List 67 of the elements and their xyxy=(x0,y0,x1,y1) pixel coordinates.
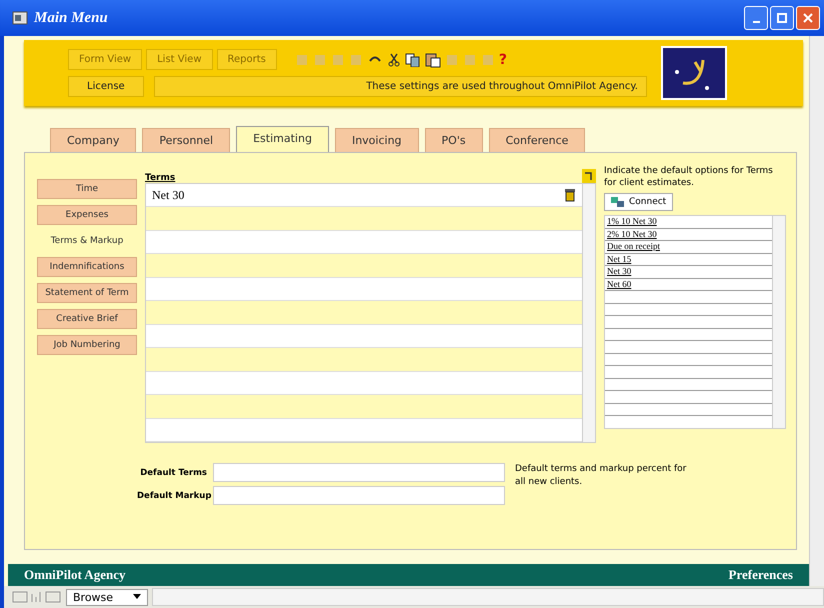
connect-icon xyxy=(611,196,625,208)
scrollbar[interactable] xyxy=(152,588,824,606)
help-button[interactable]: ? xyxy=(498,52,507,68)
tab[interactable]: Invoicing xyxy=(334,128,419,152)
sidebar-item[interactable]: Terms & Markup xyxy=(37,231,137,251)
app-icon xyxy=(12,10,28,26)
minimize-icon xyxy=(752,21,760,23)
tab[interactable]: Personnel xyxy=(142,128,230,152)
sidebar-item[interactable]: Creative Brief xyxy=(37,309,137,329)
terms-row[interactable] xyxy=(146,324,582,348)
sidebar-item[interactable]: Statement of Term xyxy=(37,283,137,303)
close-icon xyxy=(802,12,814,24)
input-field[interactable] xyxy=(213,463,505,482)
window-title: Main Menu xyxy=(34,10,109,26)
scrollbar[interactable] xyxy=(772,216,785,428)
scrollbar[interactable] xyxy=(809,36,824,586)
terms-row[interactable] xyxy=(146,418,582,442)
option-item[interactable]: Due on receipt xyxy=(605,241,772,254)
minimize-button[interactable] xyxy=(744,6,768,30)
terms-row[interactable] xyxy=(146,278,582,302)
toolbar-icon[interactable] xyxy=(480,52,495,66)
option-item[interactable]: Net 15 xyxy=(605,254,772,266)
status-text: Preferences xyxy=(728,567,793,583)
status-text: OmniPilot Agency xyxy=(24,567,126,583)
toolbar-icon[interactable] xyxy=(312,52,327,66)
toolbar-icon[interactable] xyxy=(330,52,345,66)
sidebar-item[interactable]: Expenses xyxy=(37,205,137,225)
maximize-button[interactable] xyxy=(770,6,794,30)
zoom-icon[interactable] xyxy=(12,589,62,605)
license-button[interactable]: License xyxy=(68,76,144,97)
option-item[interactable]: Net 60 xyxy=(605,278,772,291)
logo-icon xyxy=(661,46,727,100)
connect-button[interactable]: Connect xyxy=(604,193,674,211)
hint-text: Indicate the default options for Terms for client estimates. xyxy=(604,165,774,189)
toolbar-icon[interactable] xyxy=(294,52,309,66)
terms-row[interactable] xyxy=(146,230,582,254)
paste-icon[interactable] xyxy=(424,52,441,68)
tab[interactable]: Company xyxy=(50,128,136,152)
sidebar-item[interactable]: Time xyxy=(37,179,137,199)
toolbar-icon[interactable] xyxy=(444,52,459,66)
sidebar-item[interactable]: Job Numbering xyxy=(37,335,137,355)
sidebar-item[interactable]: Indemnifications xyxy=(37,257,137,277)
cut-icon[interactable] xyxy=(386,52,401,66)
resize-icon[interactable] xyxy=(582,169,596,183)
maximize-icon xyxy=(776,12,788,24)
field-label: Default Terms xyxy=(139,468,207,478)
copy-icon[interactable] xyxy=(404,52,421,66)
column-header: Terms xyxy=(145,173,176,183)
option-item[interactable]: 1% 10 Net 30 xyxy=(605,216,772,228)
terms-value: Net 30 xyxy=(152,188,184,203)
message-bar: These settings are used throughout OmniPilot Agency. xyxy=(154,76,647,97)
trash-icon[interactable] xyxy=(564,188,576,202)
terms-row[interactable] xyxy=(146,372,582,396)
option-item[interactable]: 2% 10 Net 30 xyxy=(605,228,772,241)
terms-row[interactable]: Net 30 xyxy=(146,184,582,208)
scrollbar[interactable] xyxy=(582,184,595,442)
input-field[interactable] xyxy=(213,486,505,505)
hint-text: Default terms and markup percent for all new clients. xyxy=(515,463,688,489)
tab[interactable]: Estimating xyxy=(236,126,329,152)
dropdown-arrow-icon xyxy=(133,594,142,600)
tab[interactable]: Conference xyxy=(488,128,586,152)
option-item[interactable]: Net 30 xyxy=(605,266,772,278)
close-button[interactable] xyxy=(796,6,820,30)
tab[interactable]: PO's xyxy=(424,128,483,152)
toolbar-icon[interactable] xyxy=(462,52,477,66)
toolbar-icon[interactable] xyxy=(348,52,363,66)
mode-select[interactable]: Browse xyxy=(66,588,148,606)
